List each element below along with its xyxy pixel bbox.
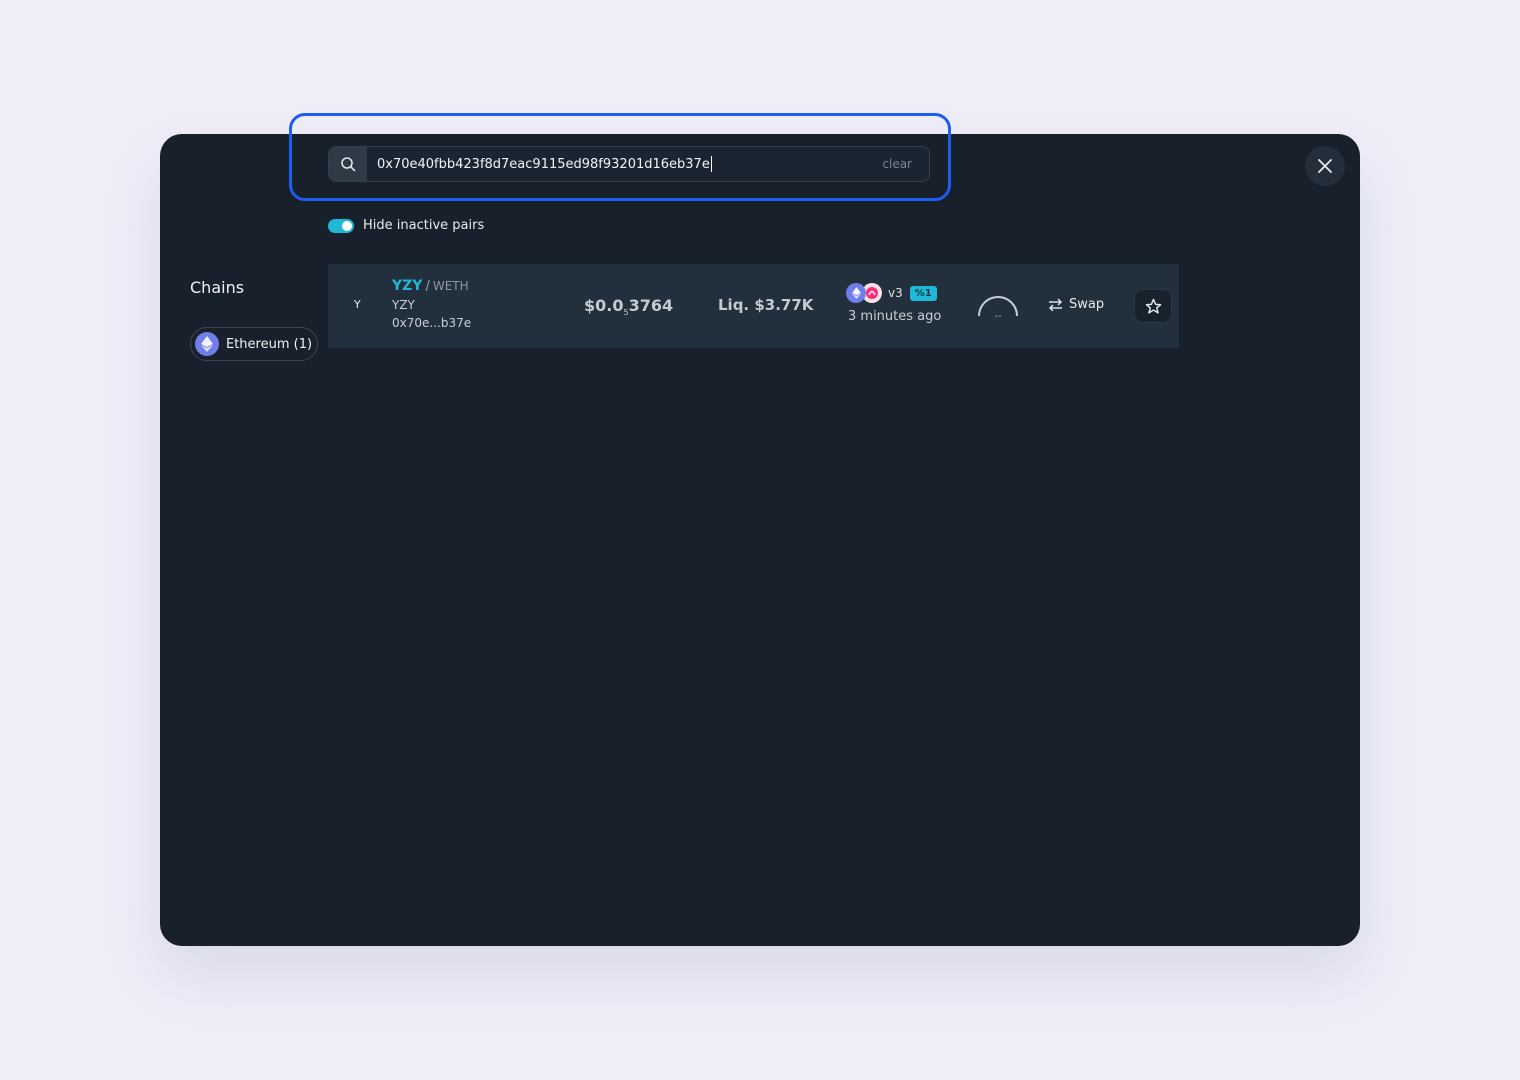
price-digits: 3764 [628,296,674,315]
dex-version: v3 [888,286,903,300]
token-name: YZY [392,298,415,312]
token-address: 0x70e...b37e [392,316,472,330]
price-prefix: $0.0 [584,296,624,315]
base-symbol: YZY [392,278,423,294]
dex-info: v3 %1 3 minutes ago [846,283,941,324]
search-modal [160,134,1360,946]
price: $0.053764 [584,296,673,317]
score-gauge: -- [976,292,1020,326]
star-icon [1145,298,1161,314]
hide-inactive-label: Hide inactive pairs [363,218,485,233]
result-row[interactable]: Y YZY / WETH YZY 0x70e...b37e $0.053764 … [328,264,1179,348]
fee-badge: %1 [909,285,937,301]
toggle-knob [342,220,352,231]
swap-label: Swap [1069,297,1105,312]
pair-info: YZY / WETH YZY 0x70e...b37e [392,278,471,330]
ethereum-icon [195,332,219,356]
hide-inactive-toggle[interactable] [328,218,354,233]
close-button[interactable] [1305,146,1345,186]
pair-age: 3 minutes ago [848,309,942,324]
swap-icon [1049,298,1062,311]
ethereum-icon [846,283,866,303]
close-icon [1318,159,1332,173]
chain-filter-label: Ethereum (1) [226,336,313,352]
pair-separator: / [425,279,430,294]
quote-symbol: WETH [432,279,469,293]
swap-button[interactable]: Swap [1048,297,1104,312]
hide-inactive-toggle-row[interactable]: Hide inactive pairs [328,218,484,233]
liquidity: Liq. $3.77K [718,296,814,314]
score-value: -- [994,311,1002,322]
search-highlight-box [289,113,951,201]
chain-filter-ethereum[interactable]: Ethereum (1) [190,327,318,361]
favorite-button[interactable] [1134,289,1172,323]
chains-heading: Chains [190,278,245,297]
token-logo: Y [354,298,361,311]
